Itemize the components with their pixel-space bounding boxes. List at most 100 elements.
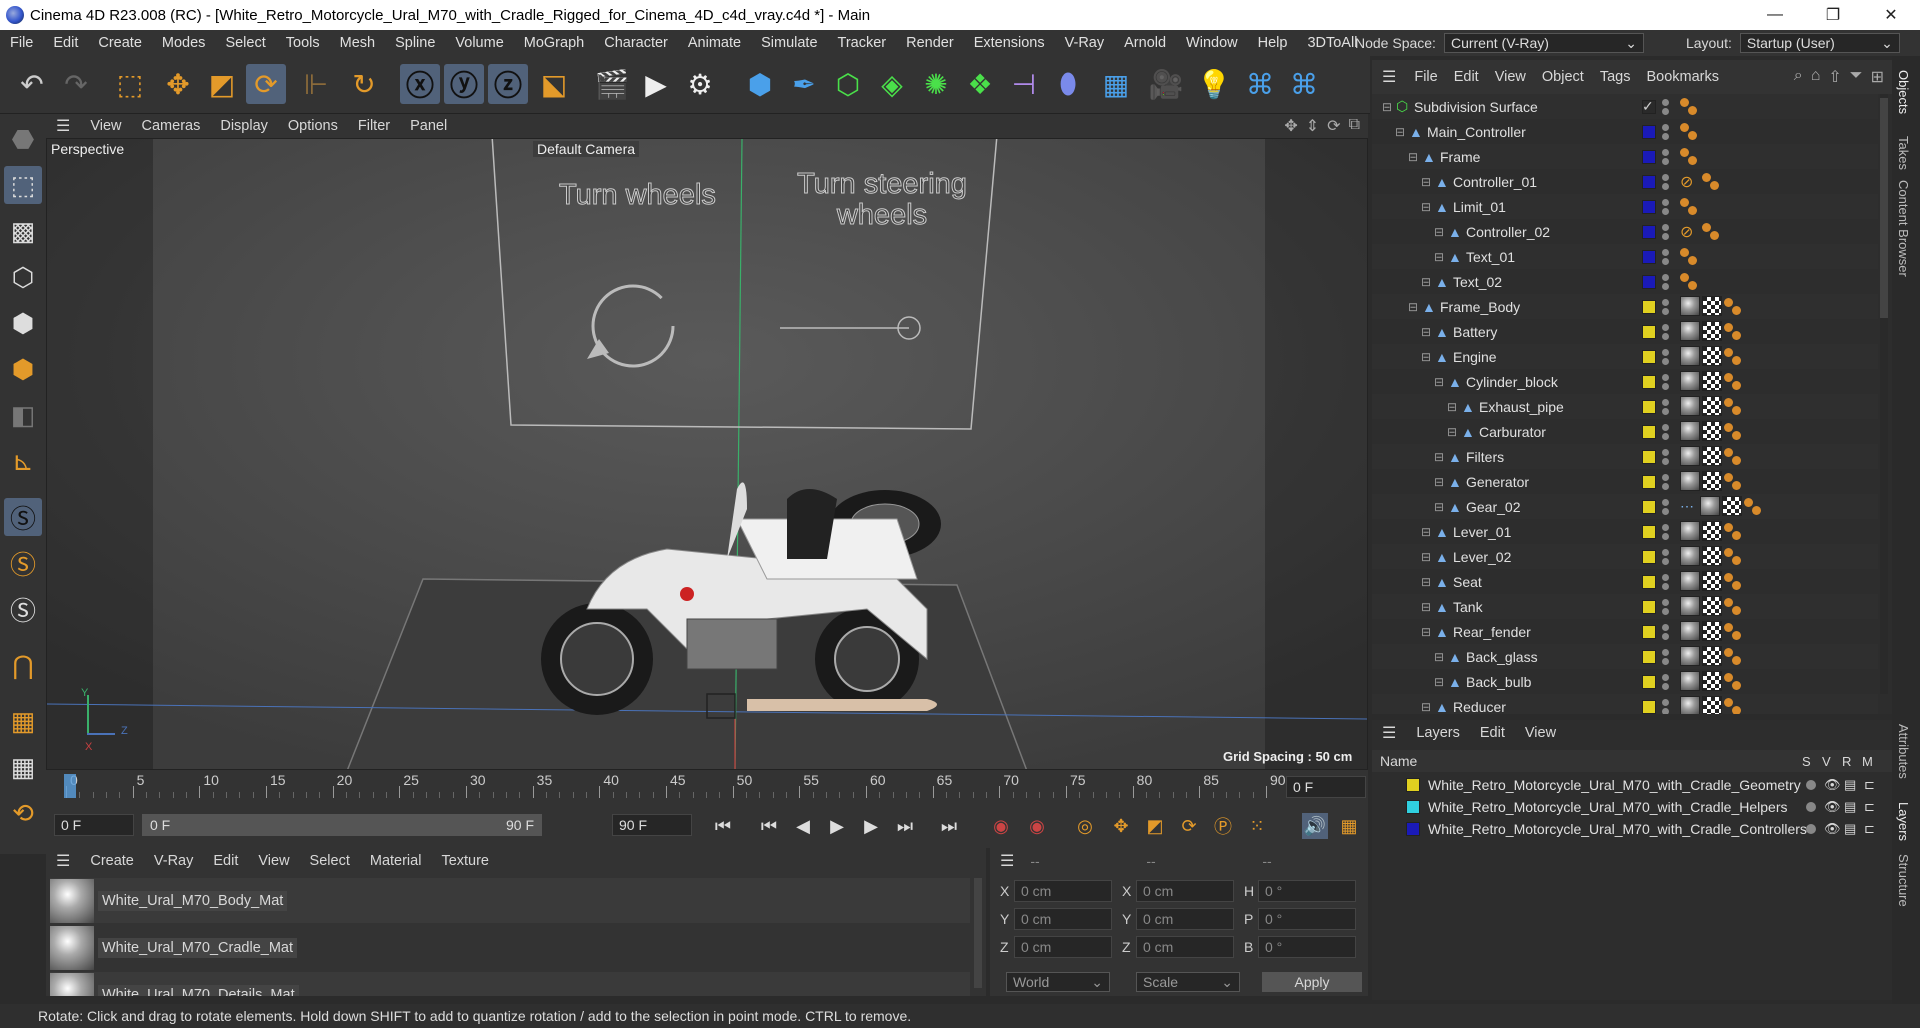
object-menu-file[interactable]: File <box>1406 69 1445 85</box>
object-row[interactable]: ⊟ ▲ Reducer <box>1372 694 1878 714</box>
hamburger-icon[interactable]: ☰ <box>46 851 80 871</box>
tree-expander-icon[interactable]: ⊟ <box>1434 450 1444 464</box>
object-row[interactable]: ⊟ ▲ Text_01 <box>1372 244 1878 269</box>
edges-mode-icon[interactable]: ⬢ <box>4 304 42 342</box>
tree-expander-icon[interactable]: ⊟ <box>1434 375 1444 389</box>
constraint-tag-icon[interactable] <box>1724 323 1744 341</box>
menu-volume[interactable]: Volume <box>445 35 513 51</box>
editor-visibility-dot[interactable] <box>1662 549 1669 556</box>
layer-menu-layers[interactable]: Layers <box>1406 725 1470 741</box>
layer-color-swatch[interactable] <box>1642 649 1656 664</box>
material-menu-material[interactable]: Material <box>360 853 432 869</box>
editor-visibility-dot[interactable] <box>1662 199 1669 206</box>
editor-visibility-dot[interactable] <box>1662 674 1669 681</box>
tree-expander-icon[interactable]: ⊟ <box>1421 700 1431 714</box>
layer-color-swatch[interactable] <box>1406 778 1420 792</box>
material-tag-icon[interactable] <box>1680 571 1700 591</box>
texture-tag-icon[interactable] <box>1702 346 1722 366</box>
material-tag-icon[interactable] <box>1680 696 1700 714</box>
material-item[interactable]: White_Ural_M70_Details_Mat <box>50 972 970 996</box>
editor-visibility-dot[interactable] <box>1662 274 1669 281</box>
editor-visibility-dot[interactable] <box>1662 574 1669 581</box>
object-row[interactable]: ⊟ ▲ Tank <box>1372 594 1878 619</box>
viewport-menu-options[interactable]: Options <box>278 118 348 134</box>
menu-render[interactable]: Render <box>896 35 964 51</box>
uv-mode-icon[interactable]: ◧ <box>4 396 42 434</box>
object-row[interactable]: ⊟ ▲ Lever_02 <box>1372 544 1878 569</box>
material-item[interactable]: White_Ural_M70_Cradle_Mat <box>50 925 970 970</box>
constraint-tag-icon[interactable] <box>1702 173 1722 191</box>
object-row[interactable]: ⊟ ▲ Main_Controller <box>1372 119 1878 144</box>
eye-icon[interactable]: 👁 <box>1824 799 1841 815</box>
object-menu-tags[interactable]: Tags <box>1592 69 1639 85</box>
layer-color-swatch[interactable] <box>1642 399 1656 414</box>
next-frame-icon[interactable]: ▶ <box>858 813 884 839</box>
object-row[interactable]: ⊟ ▲ Controller_02 ⊘ <box>1372 219 1878 244</box>
toggle-view-icon[interactable]: ⧉ <box>1349 116 1360 136</box>
constraint-tag-icon[interactable] <box>1680 148 1700 166</box>
editor-visibility-dot[interactable] <box>1662 249 1669 256</box>
editor-visibility-dot[interactable] <box>1662 174 1669 181</box>
menu-tools[interactable]: Tools <box>276 35 330 51</box>
texture-tag-icon[interactable] <box>1702 446 1722 466</box>
editor-visibility-dot[interactable] <box>1662 449 1669 456</box>
filter-icon[interactable]: ⏷ <box>1850 67 1863 87</box>
layer-color-swatch[interactable] <box>1642 274 1656 289</box>
editor-visibility-dot[interactable] <box>1662 324 1669 331</box>
render-visibility-dot[interactable] <box>1662 658 1669 665</box>
material-tag-icon[interactable] <box>1680 646 1700 666</box>
subdivision-icon[interactable]: ⬡ <box>828 64 868 104</box>
viewport-menu-panel[interactable]: Panel <box>400 118 457 134</box>
layer-color-swatch[interactable] <box>1642 324 1656 339</box>
hamburger-icon[interactable]: ☰ <box>990 851 1024 871</box>
material-tag-icon[interactable] <box>1680 521 1700 541</box>
material-menu-v-ray[interactable]: V-Ray <box>144 853 204 869</box>
scale-icon[interactable]: ◩ <box>202 64 242 104</box>
editor-visibility-dot[interactable] <box>1662 424 1669 431</box>
tree-expander-icon[interactable]: ⊟ <box>1421 350 1431 364</box>
texture-tag-icon[interactable] <box>1722 496 1742 516</box>
home-icon[interactable]: ⌂ <box>1811 67 1821 87</box>
constraint-tag-icon[interactable] <box>1724 648 1744 666</box>
tree-expander-icon[interactable]: ⊟ <box>1421 600 1431 614</box>
render-icon[interactable]: ▤ <box>1844 821 1856 837</box>
layer-color-swatch[interactable] <box>1642 149 1656 164</box>
layer-color-swatch[interactable] <box>1642 699 1656 714</box>
texture-tag-icon[interactable] <box>1702 671 1722 691</box>
material-tag-icon[interactable] <box>1680 321 1700 341</box>
key-pla-icon[interactable]: ⁙ <box>1244 813 1270 839</box>
constraint-tag-icon[interactable] <box>1724 548 1744 566</box>
python-script-icon[interactable]: ⌘ <box>1284 64 1324 104</box>
protection-tag-icon[interactable]: ⊘ <box>1680 222 1693 242</box>
layout-dropdown[interactable]: Startup (User) ⌄ <box>1739 33 1900 53</box>
layer-color-swatch[interactable] <box>1642 174 1656 189</box>
solo-off-icon[interactable]: Ⓢ <box>4 498 42 536</box>
tab-takes[interactable]: Takes <box>1896 136 1911 170</box>
material-tag-icon[interactable] <box>1680 471 1700 491</box>
menu-create[interactable]: Create <box>88 35 152 51</box>
render-visibility-dot[interactable] <box>1662 158 1669 165</box>
object-row[interactable]: ⊟ ▲ Controller_01 ⊘ <box>1372 169 1878 194</box>
object-menu-object[interactable]: Object <box>1534 69 1592 85</box>
close-button[interactable]: ✕ <box>1862 0 1920 30</box>
tree-expander-icon[interactable]: ⊟ <box>1434 225 1444 239</box>
material-tag-icon[interactable] <box>1680 546 1700 566</box>
tree-expander-icon[interactable]: ⊟ <box>1421 275 1431 289</box>
material-menu-edit[interactable]: Edit <box>203 853 248 869</box>
object-scrollbar[interactable] <box>1880 94 1888 694</box>
material-tag-icon[interactable] <box>1680 421 1700 441</box>
layer-color-swatch[interactable] <box>1642 424 1656 439</box>
object-row[interactable]: ⊟ ▲ Cylinder_block <box>1372 369 1878 394</box>
constraint-tag-icon[interactable] <box>1680 98 1700 116</box>
coord-value-field[interactable]: 0 cm <box>1014 908 1112 930</box>
constraint-tag-icon[interactable] <box>1724 573 1744 591</box>
layer-color-swatch[interactable] <box>1642 449 1656 464</box>
render-view-icon[interactable]: 🎬 <box>592 64 632 104</box>
editor-visibility-dot[interactable] <box>1662 524 1669 531</box>
layer-color-swatch[interactable] <box>1642 374 1656 389</box>
viewport-menu-display[interactable]: Display <box>210 118 278 134</box>
material-tag-icon[interactable] <box>1680 596 1700 616</box>
tree-expander-icon[interactable]: ⊟ <box>1434 475 1444 489</box>
previous-frame-icon[interactable]: ◀ <box>790 813 816 839</box>
render-visibility-dot[interactable] <box>1662 208 1669 215</box>
